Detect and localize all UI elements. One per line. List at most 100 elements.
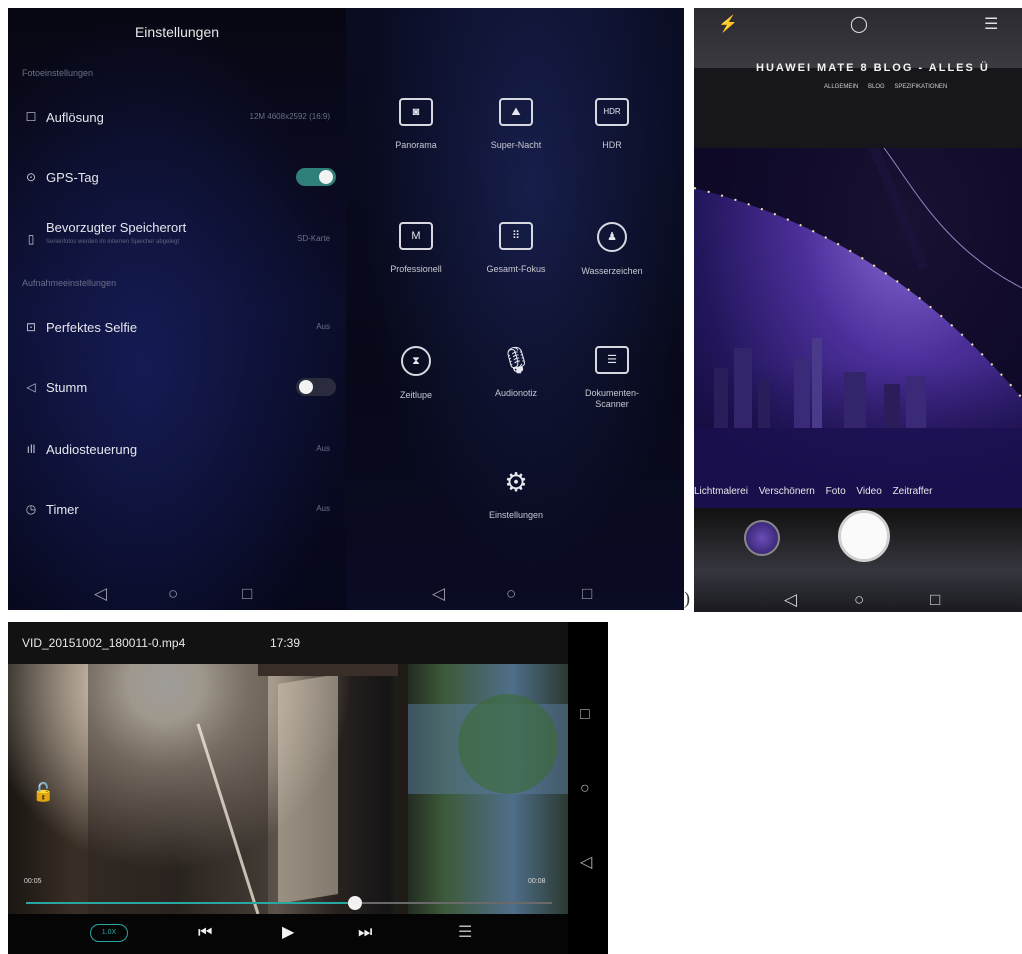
setting-label: Auflösung — [46, 110, 104, 125]
setting-value: Aus — [316, 322, 330, 331]
camera-pro-icon: M — [399, 222, 433, 250]
setting-mute[interactable]: ◁ Stumm — [8, 366, 346, 410]
setting-label: Bevorzugter Speicherort — [46, 220, 187, 235]
mode-label: Wasserzeichen — [581, 266, 643, 276]
setting-label: Audiosteuerung — [46, 442, 138, 457]
video-player-screen: VID_20151002_180011-0.mp4 17:39 🔓 00:05 … — [8, 622, 608, 954]
mode-professional[interactable]: M Professionell — [366, 222, 466, 275]
setting-value: Aus — [316, 444, 330, 453]
bridge-photo — [694, 146, 1022, 508]
mode-label: HDR — [602, 140, 622, 150]
setting-resolution[interactable]: ☐ Auflösung 12M 4608x2592 (16:9) — [8, 96, 346, 140]
audio-bars-icon: ıll — [26, 442, 36, 456]
recent-apps-icon[interactable]: □ — [580, 706, 590, 724]
document-scan-icon: ☰ — [595, 346, 629, 374]
camera-mode-tabs[interactable]: Lichtmalerei Verschönern Foto Video Zeit… — [694, 486, 1022, 497]
shutter-button[interactable] — [838, 510, 890, 562]
total-duration: 00:08 — [528, 878, 546, 885]
page-title: Einstellungen — [134, 24, 220, 40]
playback-speed-button[interactable]: 1.0X — [90, 924, 128, 942]
flash-icon[interactable]: ⚡ — [718, 14, 738, 34]
recent-apps-icon[interactable]: □ — [582, 584, 592, 604]
home-icon[interactable]: ○ — [580, 780, 590, 798]
stamp-icon: ♟ — [597, 222, 627, 252]
gps-toggle[interactable] — [296, 168, 336, 186]
mode-audio-note[interactable]: 🎙 Audionotiz — [466, 346, 566, 399]
speaker-mute-icon: ◁ — [26, 380, 36, 394]
screen-lock-icon[interactable]: 🔓 — [32, 782, 54, 803]
sd-card-icon: ▯ — [27, 232, 35, 246]
mode-label: Super-Nacht — [490, 140, 542, 150]
video-frame[interactable] — [8, 664, 568, 915]
play-icon[interactable]: ▶ — [282, 924, 294, 942]
back-icon[interactable]: ◁ — [432, 584, 445, 604]
hdr-icon: HDR — [595, 98, 629, 126]
setting-description: Serienfotos werden im internen Speicher … — [46, 239, 180, 245]
back-icon[interactable]: ◁ — [580, 854, 592, 872]
home-icon[interactable]: ○ — [168, 584, 178, 604]
gear-icon: ⚙ — [504, 467, 528, 497]
gallery-thumbnail[interactable] — [744, 520, 780, 556]
mode-all-focus[interactable]: ⠿ Gesamt-Fokus — [466, 222, 566, 275]
camera-modes-screen: ◙ Panorama ⛰ Super-Nacht HDR HDR M Profe… — [346, 8, 684, 610]
mode-settings[interactable]: ⚙ Einstellungen — [466, 468, 566, 521]
previous-icon[interactable]: ⏮ — [198, 924, 212, 942]
setting-timer[interactable]: ◷ Timer Aus — [8, 488, 346, 532]
camera-settings-screen: Einstellungen Fotoeinstellungen ☐ Auflös… — [8, 8, 346, 610]
parenthesis: ) — [684, 588, 690, 608]
home-icon[interactable]: ○ — [506, 584, 516, 604]
mode-label: Professionell — [390, 264, 442, 274]
home-icon[interactable]: ○ — [854, 590, 864, 610]
seek-handle[interactable] — [347, 896, 362, 910]
section-header-record: Aufnahmeeinstellungen — [22, 278, 117, 288]
blog-header: HUAWEI MATE 8 BLOG - ALLES Ü ALLGEMEIN B… — [694, 62, 1022, 158]
playback-controls: 1.0X ⏮ ▶ ⏭ ☰ — [8, 914, 568, 954]
mode-label: Audionotiz — [494, 388, 538, 398]
seek-bar[interactable] — [26, 896, 552, 910]
back-icon[interactable]: ◁ — [784, 590, 797, 610]
video-top-bar: VID_20151002_180011-0.mp4 17:39 — [8, 622, 568, 664]
next-icon[interactable]: ⏭ — [358, 924, 372, 942]
mode-slow-motion[interactable]: ⧗ Zeitlupe — [366, 346, 466, 401]
recent-apps-icon[interactable]: □ — [930, 590, 940, 610]
bridge-illustration — [694, 146, 1022, 508]
setting-storage-location[interactable]: ▯ Bevorzugter Speicherort Serienfotos we… — [8, 212, 346, 272]
setting-audio-control[interactable]: ıll Audiosteuerung Aus — [8, 428, 346, 472]
mode-hdr[interactable]: HDR HDR — [562, 98, 662, 151]
landscape-icon: ⛰ — [499, 98, 533, 126]
mode-label: Zeitlupe — [399, 390, 433, 400]
playlist-icon[interactable]: ☰ — [458, 924, 472, 942]
browser-tab-bar: ⚡ ◯ ☰ — [694, 8, 1022, 68]
selfie-icon: ⊡ — [25, 320, 37, 334]
mode-watermark[interactable]: ♟ Wasserzeichen — [562, 222, 662, 277]
setting-value: SD-Karte — [297, 234, 330, 243]
setting-label: Perfektes Selfie — [46, 320, 138, 335]
video-frame-illustration — [88, 664, 568, 915]
back-icon[interactable]: ◁ — [94, 584, 107, 604]
setting-perfect-selfie[interactable]: ⊡ Perfektes Selfie Aus — [8, 306, 346, 350]
clock-icon: ◷ — [25, 502, 37, 516]
mode-label: Panorama — [395, 140, 437, 150]
setting-label: GPS-Tag — [46, 170, 99, 185]
focus-grid-icon: ⠿ — [499, 222, 533, 250]
status-clock: 17:39 — [270, 636, 301, 650]
location-pin-icon: ⊙ — [25, 170, 37, 184]
menu-icon[interactable]: ☰ — [984, 14, 998, 34]
panorama-icon: ◙ — [399, 98, 433, 126]
mode-super-night[interactable]: ⛰ Super-Nacht — [466, 98, 566, 151]
setting-label: Stumm — [46, 380, 88, 395]
mode-panorama[interactable]: ◙ Panorama — [366, 98, 466, 151]
setting-gps-tag[interactable]: ⊙ GPS-Tag — [8, 156, 346, 200]
toggle-knob — [319, 170, 333, 184]
side-navigation-bar: □ ○ ◁ — [568, 622, 608, 954]
blog-title: HUAWEI MATE 8 BLOG - ALLES Ü — [756, 62, 990, 74]
section-header-photo: Fotoeinstellungen — [22, 68, 94, 78]
mode-document-scanner[interactable]: ☰ Dokumenten-Scanner — [562, 346, 662, 410]
mute-toggle[interactable] — [296, 378, 336, 396]
filter-icon[interactable]: ◯ — [850, 14, 868, 34]
navigation-bar: ◁ ○ □ — [8, 580, 346, 610]
recent-apps-icon[interactable]: □ — [242, 584, 252, 604]
square-icon: ☐ — [25, 110, 37, 124]
setting-value: 12M 4608x2592 (16:9) — [249, 112, 331, 121]
seek-bar-progress — [26, 902, 355, 904]
